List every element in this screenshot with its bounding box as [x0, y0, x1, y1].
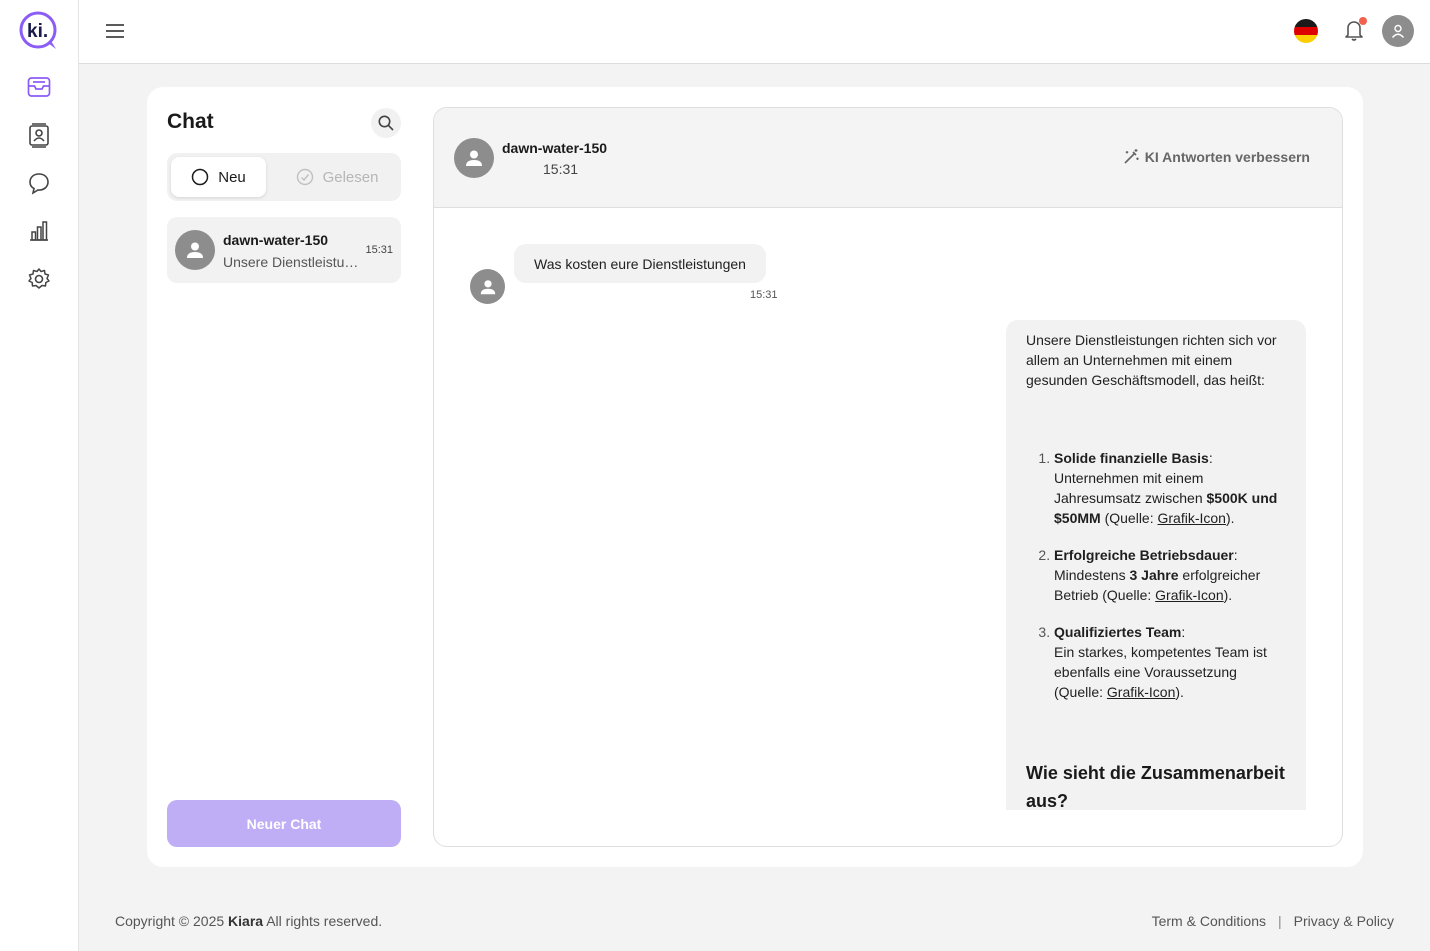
message-area: Was kosten eure Dienstleistungen 15:31 U…: [434, 208, 1342, 810]
bar-chart-icon: [30, 221, 48, 241]
hamburger-icon: [106, 24, 124, 38]
user-icon: [187, 242, 203, 258]
list-item-title: Erfolgreiche Betriebsdauer: [1054, 547, 1234, 563]
incoming-message: Was kosten eure Dienstleistungen: [514, 244, 766, 283]
logo-text: ki.: [27, 21, 48, 42]
menu-toggle[interactable]: [105, 20, 125, 42]
nav-settings[interactable]: [26, 266, 52, 292]
search-icon: [378, 115, 394, 131]
list-item-end: ).: [1225, 510, 1235, 526]
list-item: Erfolgreiche Betriebsdauer: Mindestens 3…: [1054, 545, 1286, 605]
flag-stripe-gold: [1294, 35, 1318, 43]
circle-icon: [191, 168, 209, 186]
nav-inbox[interactable]: [26, 74, 52, 100]
list-item-bold: 3 Jahre: [1129, 567, 1179, 583]
inbox-icon: [27, 77, 51, 97]
notification-dot: [1359, 17, 1367, 25]
tab-new[interactable]: Neu: [171, 157, 266, 197]
improve-ai-answers-label: KI Antworten verbessern: [1144, 148, 1310, 165]
outgoing-intro: Unsere Dienstleistungen richten sich vor…: [1026, 332, 1277, 388]
top-bar: [79, 0, 1430, 64]
requirements-list: Solide finanzielle Basis: Unternehmen mi…: [1026, 448, 1286, 702]
list-item: Qualifiziertes Team: Ein starkes, kompet…: [1054, 622, 1286, 702]
list-item-title: Solide finanzielle Basis: [1054, 450, 1209, 466]
language-flag-de[interactable]: [1294, 19, 1318, 43]
footer-copyright: Copyright © 2025 Kiara All rights reserv…: [115, 913, 382, 929]
conversation-header: dawn-water-150 15:31 KI Antworten verbes…: [434, 108, 1342, 208]
check-circle-icon: [296, 168, 313, 186]
privacy-link[interactable]: Privacy & Policy: [1294, 913, 1394, 929]
terms-link[interactable]: Term & Conditions: [1152, 913, 1266, 929]
gear-icon: [28, 268, 50, 289]
list-item-end: ).: [1175, 684, 1184, 700]
user-icon: [466, 150, 482, 166]
list-item: Solide finanzielle Basis: Unternehmen mi…: [1054, 448, 1286, 528]
user-icon: [1391, 24, 1405, 38]
tab-read[interactable]: Gelesen: [277, 157, 397, 197]
source-link[interactable]: Grafik-Icon: [1155, 587, 1223, 603]
search-button[interactable]: [371, 108, 401, 138]
tab-read-label: Gelesen: [322, 168, 379, 186]
copyright-suffix: All rights reserved.: [266, 913, 383, 929]
new-chat-button[interactable]: Neuer Chat: [167, 800, 401, 847]
chat-bubble-icon: [29, 173, 49, 195]
nav-contacts[interactable]: [26, 122, 52, 148]
nav-analytics[interactable]: [26, 218, 52, 244]
chat-filter-tabs: Neu Gelesen: [167, 153, 401, 201]
list-item-text: Unternehmen mit einem Jahresumsatz zwisc…: [1054, 470, 1204, 506]
tab-new-label: Neu: [218, 168, 246, 186]
contact-name: dawn-water-150: [502, 140, 608, 156]
conversation-name: dawn-water-150: [223, 232, 329, 248]
outgoing-heading: Wie sieht die Zusammenarbeit aus?: [1026, 763, 1285, 810]
incoming-message-time: 15:31: [750, 289, 778, 301]
source-link[interactable]: Grafik-Icon: [1158, 510, 1226, 526]
logo-icon: ki.: [19, 11, 57, 49]
list-item-end: ).: [1223, 587, 1233, 603]
list-item-text: Mindestens: [1054, 567, 1126, 583]
magic-wand-icon: [1124, 149, 1139, 164]
sidebar: ki.: [0, 0, 79, 951]
copyright-brand: Kiara: [228, 913, 264, 929]
user-icon: [480, 279, 495, 294]
outgoing-message: Unsere Dienstleistungen richten sich vor…: [1006, 320, 1306, 810]
list-item-title: Qualifiziertes Team: [1054, 624, 1182, 640]
improve-ai-answers-button[interactable]: KI Antworten verbessern: [1123, 148, 1310, 165]
contact-time: 15:31: [543, 161, 579, 177]
nav-chat[interactable]: [26, 170, 52, 196]
flag-stripe-black: [1294, 19, 1318, 27]
contact-avatar: [454, 138, 494, 178]
conversation-list-item[interactable]: dawn-water-150 Unsere Dienstleistungen r…: [167, 217, 401, 283]
source-link[interactable]: Grafik-Icon: [1107, 684, 1175, 700]
main-card: Chat Neu Gelesen dawn-water-150 Unsere D…: [147, 87, 1363, 867]
chat-list-title: Chat: [167, 110, 214, 133]
conversation-preview: Unsere Dienstleistungen richten sich vor…: [223, 254, 363, 270]
user-avatar[interactable]: [1382, 15, 1414, 47]
footer-separator: |: [1278, 913, 1282, 929]
logo[interactable]: ki.: [18, 11, 60, 51]
conversation-avatar: [175, 230, 215, 270]
conversation-time: 15:31: [365, 244, 393, 256]
contacts-icon: [29, 123, 49, 148]
conversation-panel: dawn-water-150 15:31 KI Antworten verbes…: [433, 107, 1343, 847]
incoming-avatar: [470, 269, 505, 304]
notifications-button[interactable]: [1342, 17, 1367, 43]
footer-links: Term & Conditions | Privacy & Policy: [1152, 913, 1394, 929]
copyright-prefix: Copyright © 2025: [115, 913, 225, 929]
list-item-source: (Quelle:: [1104, 510, 1154, 526]
flag-stripe-red: [1294, 27, 1318, 35]
